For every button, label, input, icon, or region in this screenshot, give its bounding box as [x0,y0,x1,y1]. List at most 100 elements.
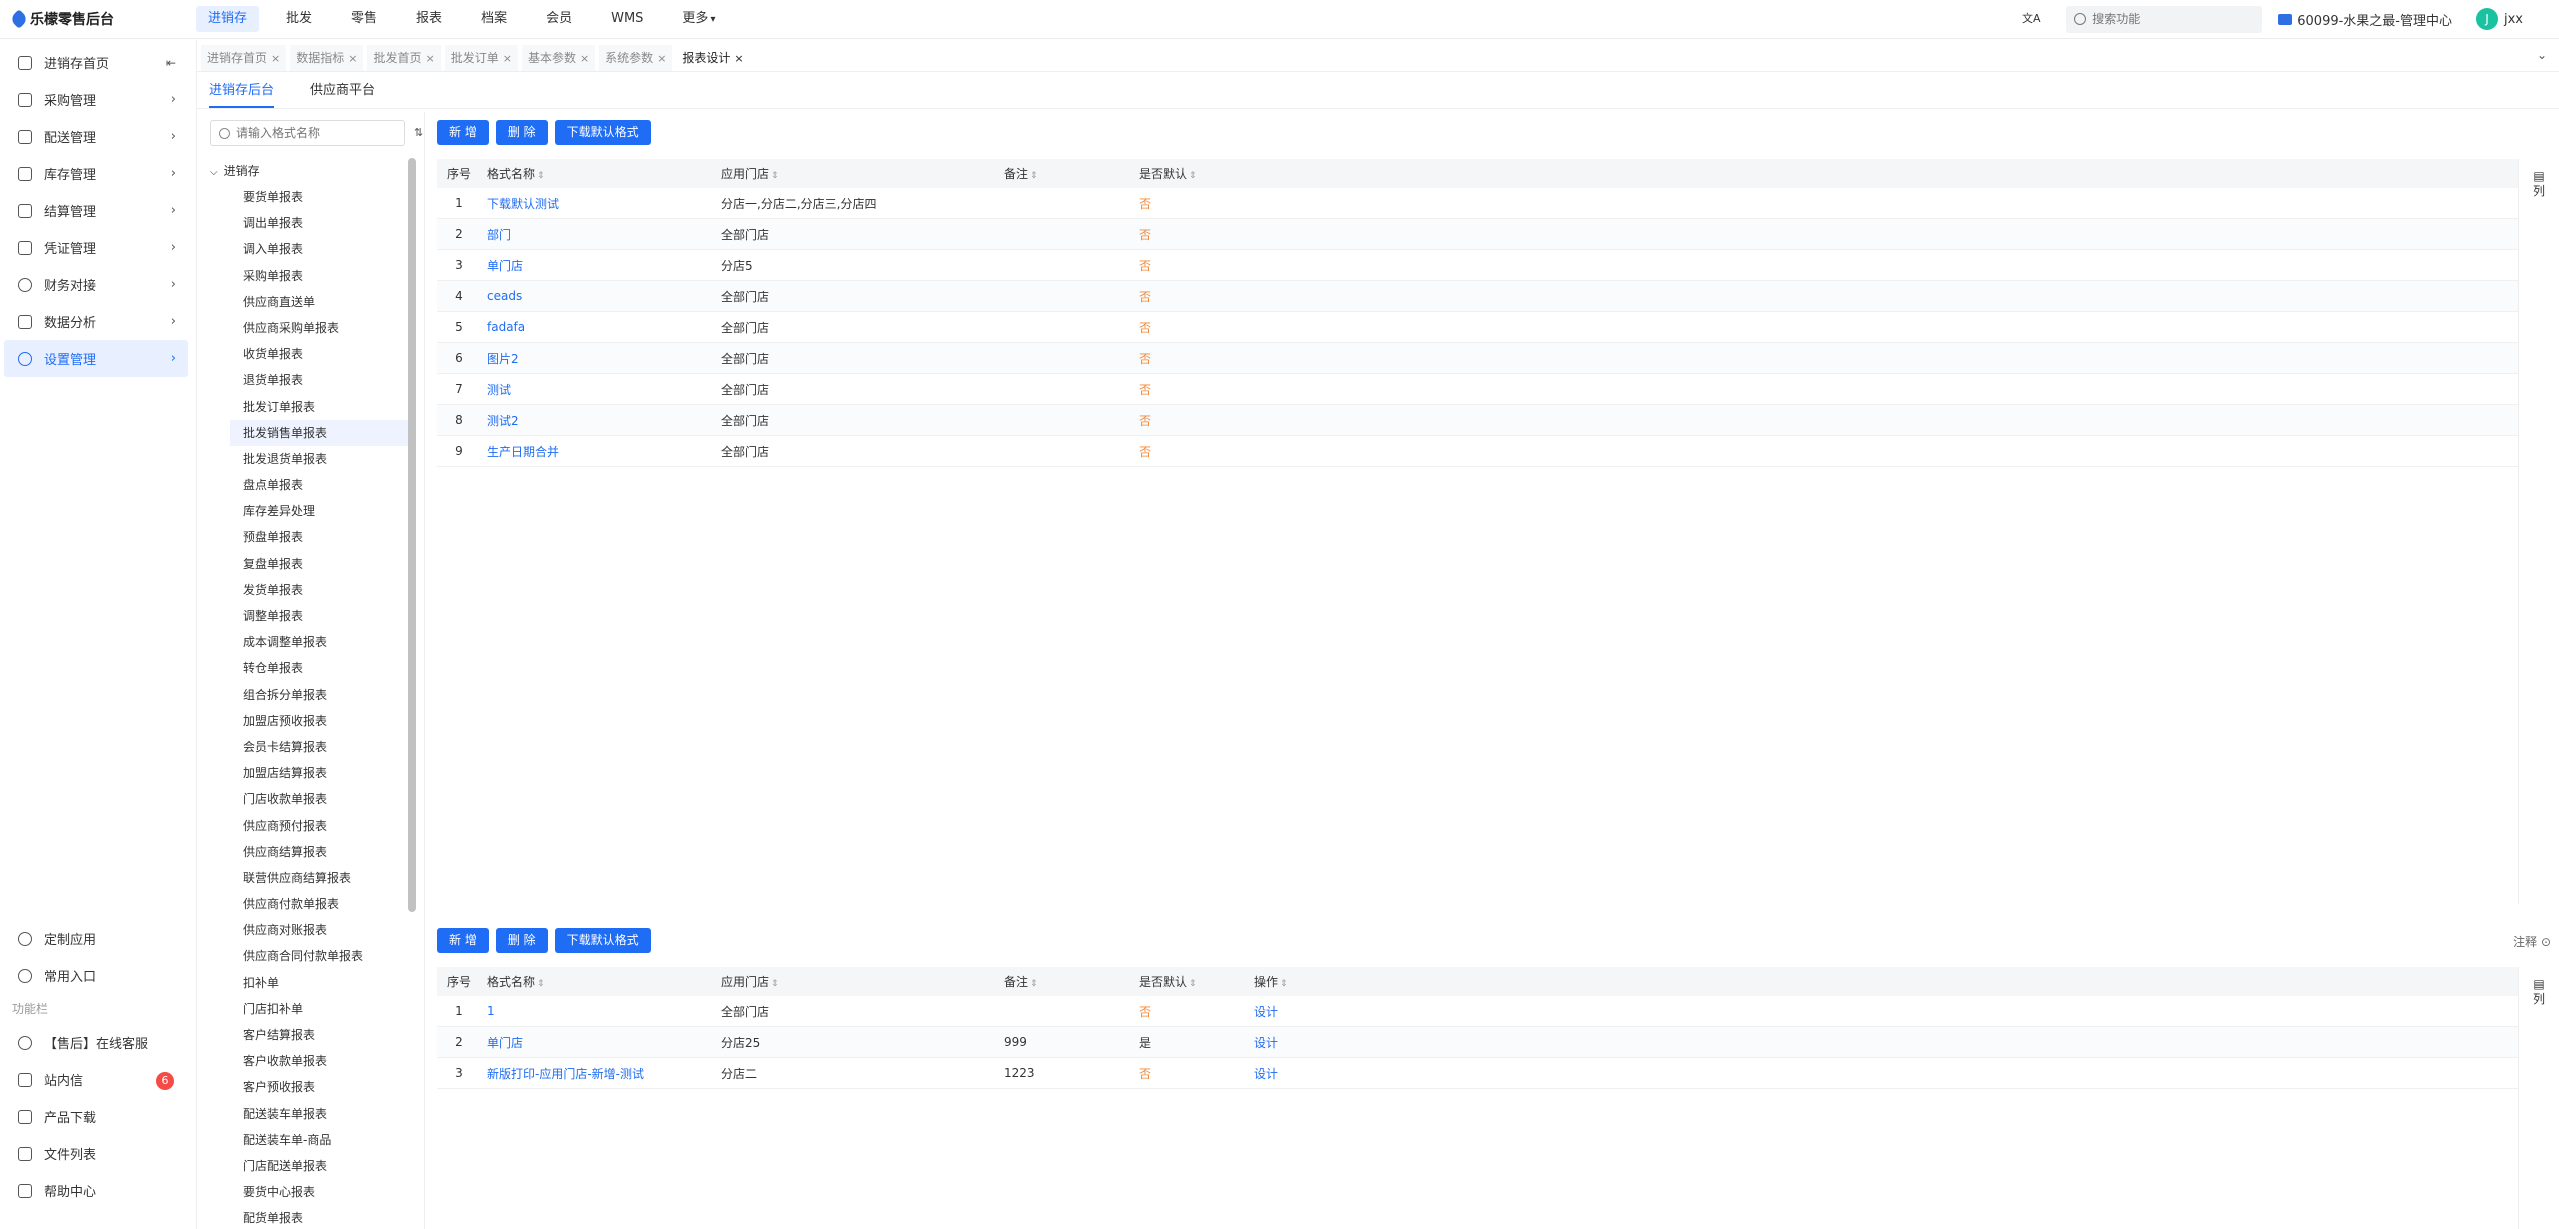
table-row[interactable]: 3 新版打印-应用门店-新增-测试 分店二 1223 否 设计 [437,1058,2519,1089]
col-store-header[interactable]: 应用门店 ⇕ [715,165,998,182]
file-list-link[interactable]: 文件列表 [4,1135,188,1172]
tree-item[interactable]: 客户结算报表 [230,1022,410,1048]
sidebar-item-purchase[interactable]: 采购管理 › [4,81,188,118]
sidebar-item-settlement[interactable]: 结算管理 › [4,192,188,229]
nav-reports[interactable]: 报表 [404,6,454,32]
tree-item[interactable]: 加盟店结算报表 [230,760,410,786]
tree-item[interactable]: 供应商采购单报表 [230,315,410,341]
format-name-link[interactable]: 图片2 [481,350,715,367]
tree-search[interactable] [210,120,405,146]
col-note-header[interactable]: 备注 ⇕ [998,973,1133,990]
tab-data-metrics[interactable]: 数据指标 × [290,45,364,71]
tree-item[interactable]: 调出单报表 [230,210,410,236]
tree-item[interactable]: 配送装车单-商品 [230,1127,410,1153]
format-name-link[interactable]: fadafa [481,320,715,334]
design-link[interactable]: 设计 [1248,1065,1372,1082]
sort-icon[interactable]: ⇕ [537,979,545,989]
table-row[interactable]: 8 测试2 全部门店 否 [437,405,2519,436]
close-icon[interactable]: × [657,52,666,65]
function-search[interactable] [2066,5,2263,33]
sidebar-item-settings[interactable]: 设置管理 › [4,340,188,377]
tree-item[interactable]: 盘点单报表 [230,472,410,498]
close-icon[interactable]: × [734,52,743,65]
tree-item[interactable]: 要货中心报表 [230,1179,410,1205]
col-op-header[interactable]: 操作 ⇕ [1248,973,1372,990]
tab-inventory-backend[interactable]: 进销存后台 [209,74,275,108]
tree-item[interactable]: 复盘单报表 [230,551,410,577]
table-row[interactable]: 7 测试 全部门店 否 [437,374,2519,405]
delete-button[interactable]: 删 除 [495,120,548,145]
tree-item[interactable]: 预盘单报表 [230,524,410,550]
tree-item[interactable]: 配送装车单报表 [230,1101,410,1127]
tree-item[interactable]: 供应商结算报表 [230,839,410,865]
brand-logo[interactable]: 乐檬零售后台 [0,9,196,29]
table-row[interactable]: 5 fadafa 全部门店 否 [437,312,2519,343]
tree-item[interactable]: 门店收款单报表 [230,786,410,812]
nav-more[interactable]: 更多 ▾ [670,6,727,32]
tree-search-input[interactable] [236,126,396,140]
sidebar-item-stock[interactable]: 库存管理 › [4,155,188,192]
format-name-link[interactable]: 单门店 [481,257,715,274]
tab-wholesale-orders[interactable]: 批发订单 × [444,45,518,71]
sidebar-item-analytics[interactable]: 数据分析 › [4,303,188,340]
collapse-sidebar-icon[interactable]: ⇤ [166,56,176,70]
add-button[interactable]: 新 增 [437,120,489,145]
sidebar-item-voucher[interactable]: 凭证管理 › [4,229,188,266]
tab-report-design[interactable]: 报表设计 × [676,45,750,71]
custom-app-link[interactable]: 定制应用 [4,920,188,957]
column-settings[interactable]: ▤ 列 [2533,977,2545,1007]
tree-item[interactable]: 退货单报表 [230,367,410,393]
tree-item[interactable]: 要货单报表 [230,184,410,210]
sort-icon[interactable]: ⇕ [1189,979,1197,989]
format-name-link[interactable]: 测试 [481,381,715,398]
nav-members[interactable]: 会员 [534,6,584,32]
add-button[interactable]: 新 增 [437,928,489,953]
table-row[interactable]: 2 单门店 分店25 999 是 设计 [437,1027,2519,1058]
format-name-link[interactable]: 新版打印-应用门店-新增-测试 [481,1065,715,1082]
tree-item[interactable]: 供应商预付报表 [230,813,410,839]
column-settings[interactable]: ▤ 列 [2533,169,2545,199]
download-default-button[interactable]: 下载默认格式 [554,120,651,145]
sort-icon[interactable]: ⇕ [1280,979,1288,989]
close-icon[interactable]: × [348,52,357,65]
close-icon[interactable]: × [580,52,589,65]
tree-item[interactable]: 门店配送单报表 [230,1153,410,1179]
sidebar-item-delivery[interactable]: 配送管理 › [4,118,188,155]
nav-wholesale[interactable]: 批发 [274,6,324,32]
delete-button[interactable]: 删 除 [495,928,548,953]
download-default-button[interactable]: 下载默认格式 [554,928,651,953]
table-row[interactable]: 6 图片2 全部门店 否 [437,343,2519,374]
col-note-header[interactable]: 备注 ⇕ [998,165,1133,182]
tab-system-params[interactable]: 系统参数 × [599,45,673,71]
tree-item[interactable]: 转仓单报表 [230,655,410,681]
format-name-link[interactable]: ceads [481,289,715,303]
sort-icon[interactable]: ⇕ [1189,171,1197,181]
sort-icon[interactable]: ⇕ [771,171,779,181]
tab-basic-params[interactable]: 基本参数 × [521,45,596,71]
sort-icon[interactable]: ⇕ [1030,171,1038,181]
tree-root-node[interactable]: ⌵ 进销存 [210,158,260,184]
format-name-link[interactable]: 单门店 [481,1034,715,1051]
nav-archives[interactable]: 档案 [469,6,519,32]
table-row[interactable]: 9 生产日期合并 全部门店 否 [437,436,2519,467]
tree-item[interactable]: 供应商对账报表 [230,917,410,943]
inbox-link[interactable]: 站内信 6 [4,1061,188,1098]
user-menu[interactable]: J jxx [2476,8,2523,30]
sort-icon[interactable]: ⇕ [1030,979,1038,989]
col-name-header[interactable]: 格式名称 ⇕ [481,973,715,990]
tree-item[interactable]: 调整单报表 [230,603,410,629]
col-name-header[interactable]: 格式名称 ⇕ [481,165,715,182]
table-row[interactable]: 3 单门店 分店5 否 [437,250,2519,281]
sort-icon[interactable]: ⇕ [771,979,779,989]
tab-inventory-home[interactable]: 进销存首页 × [201,45,287,71]
format-name-link[interactable]: 下载默认测试 [481,195,715,212]
tree-item[interactable]: 批发销售单报表 [230,419,410,446]
format-name-link[interactable]: 测试2 [481,412,715,429]
format-name-link[interactable]: 部门 [481,226,715,243]
design-link[interactable]: 设计 [1248,1034,1372,1051]
tree-item[interactable]: 会员卡结算报表 [230,734,410,760]
table-row[interactable]: 2 部门 全部门店 否 [437,219,2519,250]
tree-item[interactable]: 批发订单报表 [230,394,410,420]
tree-item[interactable]: 组合拆分单报表 [230,682,410,708]
col-default-header[interactable]: 是否默认 ⇕ [1133,973,1248,990]
